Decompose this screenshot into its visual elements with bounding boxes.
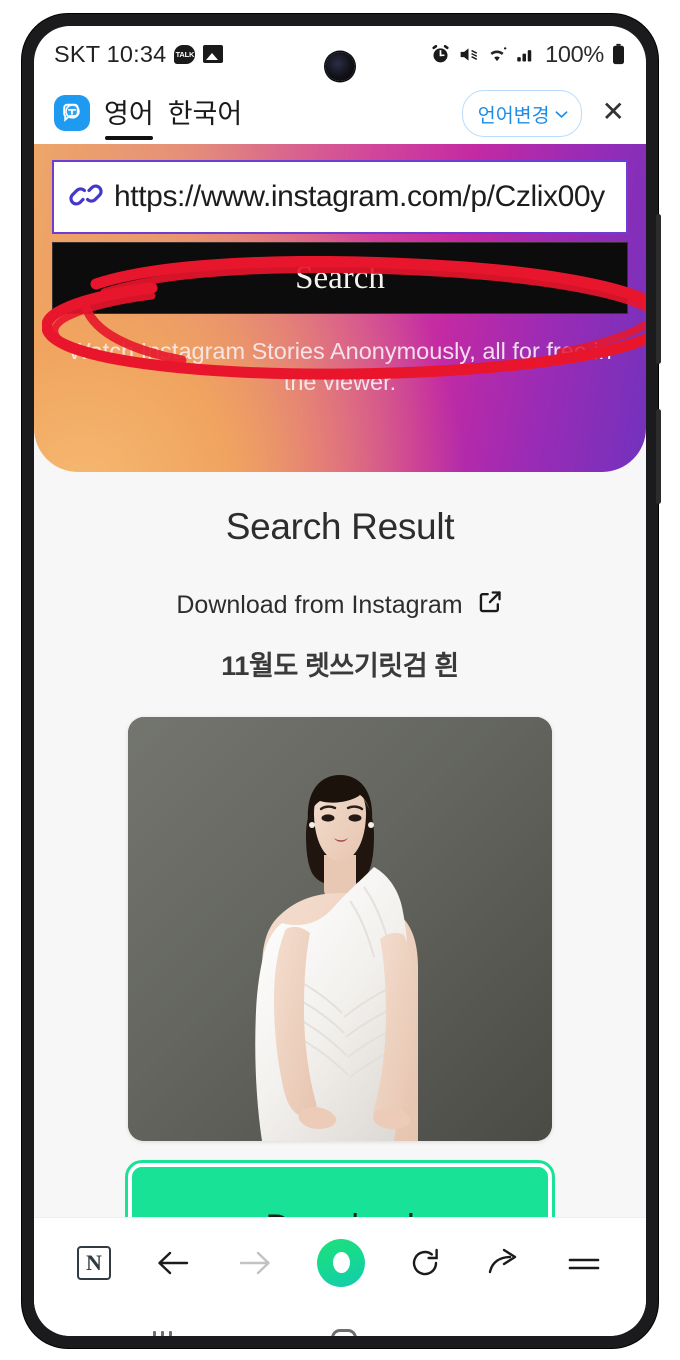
battery-percent-label: 100% <box>545 40 604 67</box>
android-back-button[interactable]: ‹ <box>515 1327 526 1336</box>
download-source-label: Download from Instagram <box>176 590 463 619</box>
wifi-icon <box>486 44 508 65</box>
chevron-down-icon <box>555 102 568 125</box>
naver-home-button[interactable]: N <box>77 1245 111 1280</box>
external-link-icon <box>477 588 504 622</box>
change-language-button[interactable]: 언어변경 <box>461 89 582 137</box>
forward-arrow-icon <box>239 1251 270 1274</box>
post-caption: 11월도 렛쓰기릿검 흰 <box>221 651 459 681</box>
url-field-wrapper: https://www.instagram.com/p/Czlix00y <box>52 144 628 234</box>
webview-content: https://www.instagram.com/p/Czlix00y Sea… <box>34 144 646 1217</box>
share-arrow-icon <box>488 1248 517 1273</box>
naver-logo-icon: N <box>77 1245 111 1280</box>
mute-icon <box>458 44 479 65</box>
signal-icon <box>515 44 537 65</box>
whale-home-button[interactable] <box>317 1238 365 1287</box>
android-navigation-bar: ‹ <box>34 1307 646 1336</box>
recents-bar <box>153 1331 157 1336</box>
page-title: Search Result <box>225 506 455 547</box>
url-input-value: https://www.instagram.com/p/Czlix00y <box>114 180 605 213</box>
share-button[interactable] <box>485 1246 523 1280</box>
home-button[interactable] <box>330 1329 357 1336</box>
recents-bar <box>161 1331 165 1336</box>
carrier-and-clock: SKT 10:34 <box>54 40 167 67</box>
download-button[interactable]: Download <box>128 1163 552 1217</box>
reload-icon <box>412 1248 438 1275</box>
alarm-icon <box>430 44 451 65</box>
status-bar: SKT 10:34 TALK 100% <box>34 26 646 82</box>
reload-button[interactable] <box>407 1246 443 1280</box>
search-button[interactable]: Search <box>52 242 628 314</box>
search-results-section: Search Result Download from Instagram 11… <box>34 472 646 1217</box>
phone-frame: SKT 10:34 TALK 100% 영어 한국어 언어변경 ✕ https:… <box>22 14 661 1348</box>
close-icon[interactable]: ✕ <box>596 97 628 129</box>
volume-button[interactable] <box>656 214 661 364</box>
recents-button[interactable] <box>153 1331 173 1336</box>
change-language-label: 언어변경 <box>477 104 550 127</box>
front-camera-punch-hole <box>325 52 355 81</box>
download-source-link[interactable]: Download from Instagram <box>54 588 626 622</box>
language-tab-source[interactable]: 영어 <box>104 92 154 140</box>
battery-icon <box>611 43 626 65</box>
hamburger-menu-icon <box>568 1258 600 1269</box>
post-media-image[interactable] <box>128 717 552 1141</box>
menu-button[interactable] <box>565 1251 603 1275</box>
back-arrow-icon <box>158 1251 189 1274</box>
url-input[interactable]: https://www.instagram.com/p/Czlix00y <box>52 160 628 234</box>
link-icon <box>68 180 104 215</box>
phone-screen: SKT 10:34 TALK 100% 영어 한국어 언어변경 ✕ https:… <box>34 26 646 1336</box>
power-button[interactable] <box>656 409 661 504</box>
language-tab-target[interactable]: 한국어 <box>168 92 243 135</box>
back-button[interactable] <box>153 1246 193 1280</box>
hero-tagline: Watch Instagram Stories Anonymously, all… <box>68 338 612 396</box>
browser-toolbar: N <box>34 1217 646 1307</box>
recents-bar <box>169 1331 173 1336</box>
whale-logo-icon <box>317 1238 365 1287</box>
papago-icon[interactable] <box>54 95 90 131</box>
status-bar-left: SKT 10:34 TALK <box>54 40 224 68</box>
gallery-notification-icon <box>203 45 224 63</box>
papago-translate-bar: 영어 한국어 언어변경 ✕ <box>34 82 646 144</box>
instagram-gradient-hero: https://www.instagram.com/p/Czlix00y Sea… <box>34 144 646 472</box>
status-bar-right: 100% <box>430 41 626 68</box>
forward-button <box>235 1246 275 1280</box>
kakaotalk-notification-icon: TALK <box>174 44 196 64</box>
